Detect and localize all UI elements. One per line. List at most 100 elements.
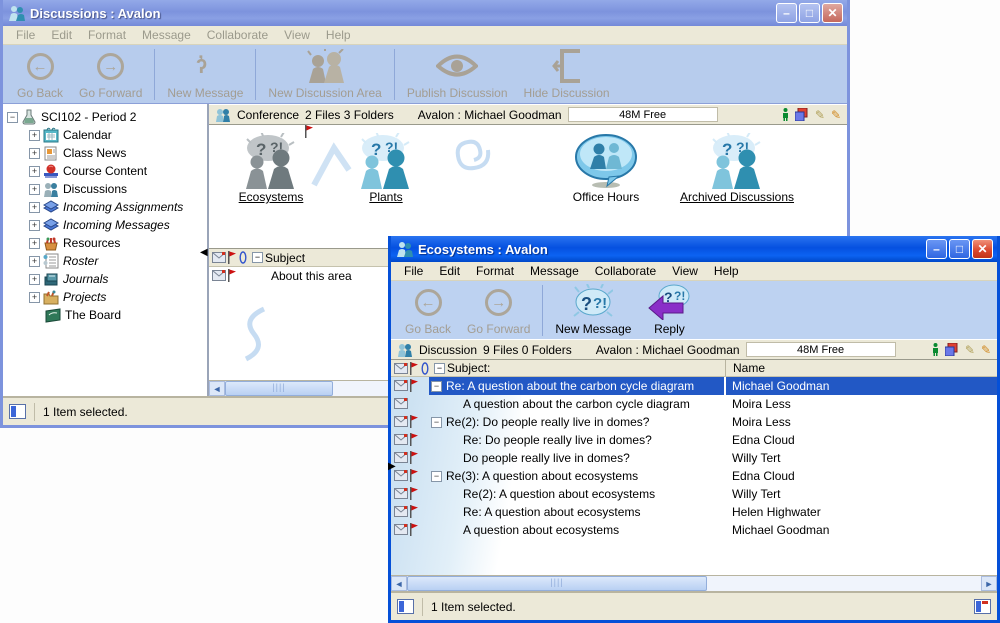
go-back-button[interactable]: ←Go Back [9, 47, 71, 102]
scroll-left-button[interactable]: ◄ [209, 381, 225, 396]
online-person-icon[interactable] [932, 343, 939, 356]
layers-icon[interactable] [945, 343, 959, 356]
scroll-left-button[interactable]: ◄ [391, 576, 407, 591]
collapse-box-icon[interactable]: − [7, 112, 18, 123]
horizontal-scrollbar[interactable]: ◄ ► [391, 575, 997, 591]
new-message-button[interactable]: ʔ̓New Message [159, 47, 251, 102]
scrollbar-track[interactable] [707, 576, 981, 591]
message-row[interactable]: A question about the carbon cycle diagra… [391, 395, 997, 413]
sidebar-item-sci102-period-2[interactable]: −SCI102 - Period 2 [3, 108, 207, 126]
subject-column-header[interactable]: Subject [265, 251, 305, 265]
collapse-all-box[interactable]: − [434, 363, 445, 374]
scrollbar-thumb[interactable] [407, 576, 707, 591]
message-subject-cell[interactable]: −Re: A question about the carbon cycle d… [429, 377, 724, 395]
hide-discussion-button[interactable]: Hide Discussion [516, 47, 618, 102]
menu-view[interactable]: View [277, 27, 317, 43]
menu-edit[interactable]: Edit [44, 27, 79, 43]
online-person-icon[interactable] [782, 108, 789, 121]
panel-toggle-icon[interactable] [9, 404, 26, 419]
sidebar-item-journals[interactable]: +Journals [3, 270, 207, 288]
pencil-icon[interactable]: ✎ [815, 108, 825, 122]
menu-help[interactable]: Help [707, 263, 746, 279]
expand-box-icon[interactable]: + [29, 292, 40, 303]
menu-collaborate[interactable]: Collaborate [588, 263, 663, 279]
scroll-right-button[interactable]: ► [981, 576, 997, 591]
publish-discussion-button[interactable]: Publish Discussion [399, 47, 516, 102]
conference-item-label[interactable]: Archived Discussions [667, 190, 807, 204]
new-discussion-area-button[interactable]: New Discussion Area [260, 47, 389, 102]
pane-splitter-arrow[interactable]: ◀ [200, 248, 208, 258]
sidebar-item-the-board[interactable]: The Board [3, 306, 207, 324]
sidebar-item-incoming-assignments[interactable]: +Incoming Assignments [3, 198, 207, 216]
panel-view-icon[interactable] [974, 599, 991, 614]
column-divider[interactable] [725, 360, 726, 376]
message-row[interactable]: A question about ecosystemsMichael Goodm… [391, 521, 997, 539]
sidebar-item-projects[interactable]: +Projects [3, 288, 207, 306]
message-sender[interactable]: Willy Tert [726, 485, 997, 503]
message-subject-cell[interactable]: −Re(2): Do people really live in domes? [429, 413, 724, 431]
message-subject-cell[interactable]: Re: A question about ecosystems [429, 503, 724, 521]
message-subject-cell[interactable]: Re(2): A question about ecosystems [429, 485, 724, 503]
name-column-header[interactable]: Name [733, 361, 765, 375]
list-item-subject[interactable]: About this area [271, 269, 352, 283]
expand-box-icon[interactable]: + [29, 220, 40, 231]
new-message-button[interactable]: ??!New Message [547, 283, 639, 338]
conference-item-office-hours[interactable]: Office Hours [536, 127, 676, 204]
message-sender[interactable]: Moira Less [726, 413, 997, 431]
pencil-icon[interactable]: ✎ [965, 343, 975, 357]
menu-format[interactable]: Format [469, 263, 521, 279]
message-subject-cell[interactable]: A question about ecosystems [429, 521, 724, 539]
message-subject-cell[interactable]: A question about the carbon cycle diagra… [429, 395, 724, 413]
expand-box-icon[interactable]: + [29, 238, 40, 249]
menu-collaborate[interactable]: Collaborate [200, 27, 275, 43]
message-row[interactable]: Re(2): A question about ecosystemsWilly … [391, 485, 997, 503]
expand-box-icon[interactable]: + [29, 184, 40, 195]
conference-item-label[interactable]: Plants [316, 190, 456, 204]
expand-box-icon[interactable]: + [29, 148, 40, 159]
message-subject-cell[interactable]: −Re(3): A question about ecosystems [429, 467, 724, 485]
menu-file[interactable]: File [9, 27, 42, 43]
expand-box-icon[interactable]: + [29, 130, 40, 141]
message-row[interactable]: Re: A question about ecosystemsHelen Hig… [391, 503, 997, 521]
pane-splitter-arrow[interactable]: ▶ [388, 462, 396, 472]
message-row[interactable]: −Re(3): A question about ecosystemsEdna … [391, 467, 997, 485]
sidebar-item-course-content[interactable]: +Course Content [3, 162, 207, 180]
menu-view[interactable]: View [665, 263, 705, 279]
collapse-all-box[interactable]: − [252, 252, 263, 263]
layers-icon[interactable] [795, 108, 809, 121]
message-row[interactable]: Re: Do people really live in domes?Edna … [391, 431, 997, 449]
maximize-button[interactable]: □ [949, 239, 970, 259]
message-row[interactable]: Do people really live in domes?Willy Ter… [391, 449, 997, 467]
expand-box-icon[interactable]: + [29, 166, 40, 177]
message-sender[interactable]: Helen Highwater [726, 503, 997, 521]
close-button[interactable]: ✕ [822, 3, 843, 23]
message-row[interactable]: −Re(2): Do people really live in domes?M… [391, 413, 997, 431]
message-sender[interactable]: Willy Tert [726, 449, 997, 467]
collapse-box-icon[interactable]: − [431, 417, 442, 428]
menu-message[interactable]: Message [135, 27, 198, 43]
conference-item-label[interactable]: Office Hours [536, 190, 676, 204]
collapse-box-icon[interactable]: − [431, 381, 442, 392]
pencil-key-icon[interactable]: ✎ [981, 343, 991, 357]
sidebar-item-incoming-messages[interactable]: +Incoming Messages [3, 216, 207, 234]
menu-format[interactable]: Format [81, 27, 133, 43]
go-forward-button[interactable]: →Go Forward [71, 47, 150, 102]
collapse-box-icon[interactable]: − [431, 471, 442, 482]
titlebar-discussions[interactable]: Discussions : Avalon – □ ✕ [3, 0, 847, 26]
message-sender[interactable]: Edna Cloud [726, 431, 997, 449]
message-list-header[interactable]: − Subject: Name [391, 360, 997, 377]
reply-button[interactable]: ??!Reply [639, 283, 699, 338]
message-row-selected[interactable]: −Re: A question about the carbon cycle d… [391, 377, 997, 395]
conference-item-plants[interactable]: ? ?! Plants [316, 127, 456, 204]
sidebar-item-discussions[interactable]: +Discussions [3, 180, 207, 198]
scrollbar-thumb[interactable] [225, 381, 333, 396]
message-subject-cell[interactable]: Re: Do people really live in domes? [429, 431, 724, 449]
minimize-button[interactable]: – [926, 239, 947, 259]
sidebar-item-calendar[interactable]: +Calendar [3, 126, 207, 144]
titlebar-ecosystems[interactable]: Ecosystems : Avalon – □ ✕ [391, 236, 997, 262]
sidebar-item-resources[interactable]: +Resources [3, 234, 207, 252]
go-forward-button[interactable]: →Go Forward [459, 283, 538, 338]
menu-message[interactable]: Message [523, 263, 586, 279]
maximize-button[interactable]: □ [799, 3, 820, 23]
message-sender[interactable]: Michael Goodman [726, 521, 997, 539]
